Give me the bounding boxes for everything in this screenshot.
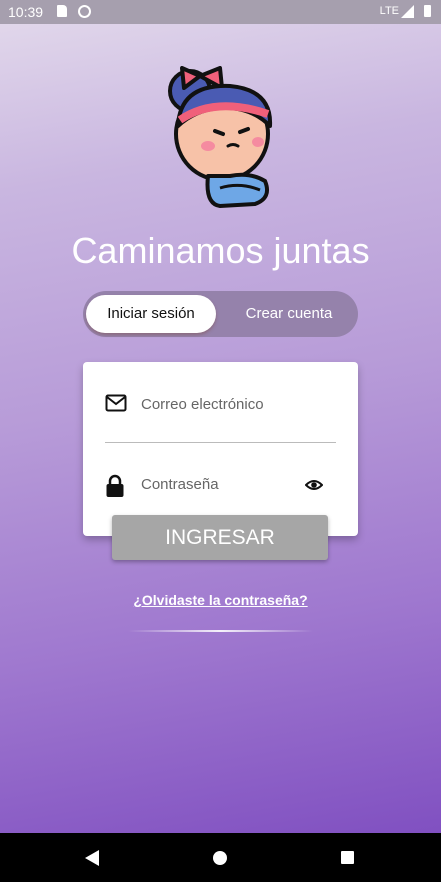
- forgot-password-link[interactable]: ¿Olvidaste la contraseña?: [0, 592, 441, 608]
- decorative-line: [128, 630, 313, 632]
- email-placeholder: Correo electrónico: [141, 396, 264, 413]
- mail-icon: [105, 394, 127, 412]
- eye-icon[interactable]: [305, 478, 323, 492]
- network-type: LTE: [379, 5, 399, 17]
- home-icon[interactable]: [213, 851, 227, 865]
- tab-register[interactable]: Crear cuenta: [223, 295, 355, 333]
- password-placeholder: Contraseña: [141, 476, 219, 493]
- battery-icon: [424, 5, 431, 17]
- recents-icon[interactable]: [341, 851, 354, 864]
- login-card: Correo electrónico Contraseña: [83, 362, 358, 536]
- field-divider: [105, 442, 336, 443]
- password-field[interactable]: Contraseña: [83, 466, 358, 506]
- sync-icon: [78, 5, 91, 18]
- tab-login[interactable]: Iniciar sesión: [86, 295, 216, 333]
- signal-icon: [401, 5, 414, 18]
- auth-tabs: Iniciar sesión Crear cuenta: [83, 291, 358, 337]
- login-screen: 10:39 LTE Caminamos juntas Iniciar sesió…: [0, 0, 441, 882]
- status-bar: 10:39 LTE: [0, 0, 441, 24]
- sd-card-icon: [57, 5, 67, 17]
- lock-icon: [106, 474, 124, 497]
- system-nav-bar: [0, 833, 441, 882]
- status-time: 10:39: [8, 4, 44, 20]
- login-button[interactable]: INGRESAR: [112, 515, 328, 560]
- mascot-girl-icon: [168, 66, 273, 208]
- email-field[interactable]: Correo electrónico: [83, 386, 358, 426]
- back-icon[interactable]: [85, 850, 99, 866]
- app-title: Caminamos juntas: [71, 230, 370, 271]
